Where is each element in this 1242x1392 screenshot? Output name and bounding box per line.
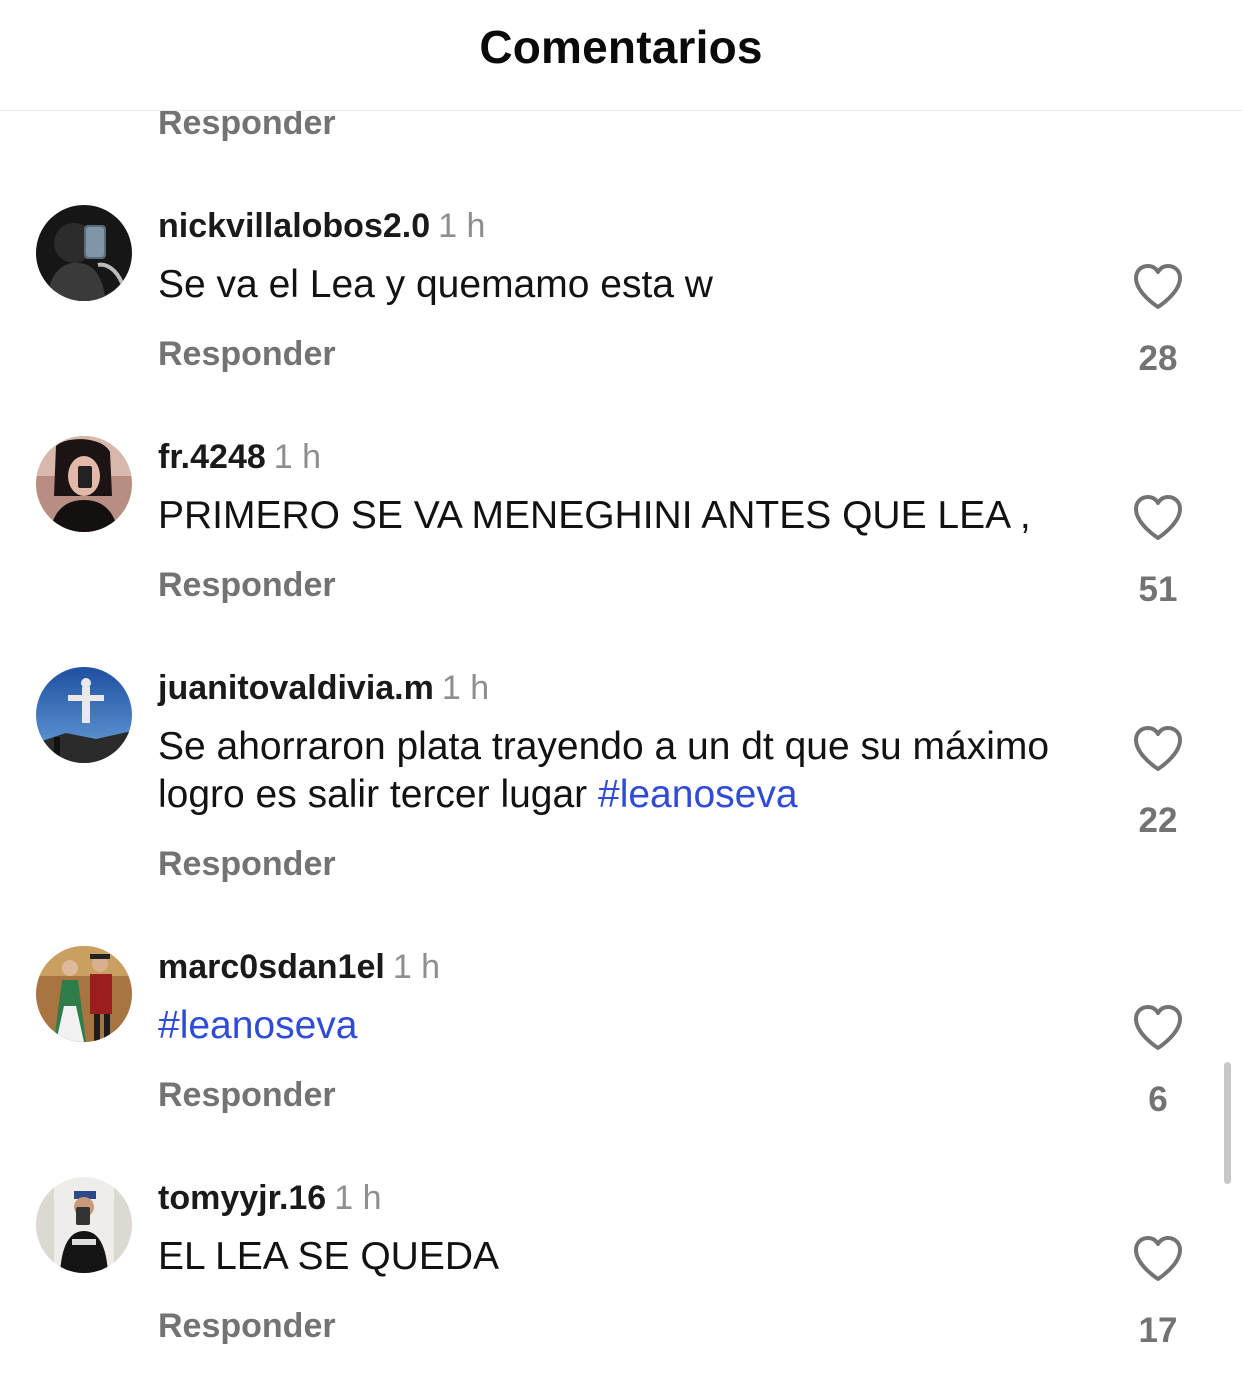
comment-meta: nickvillalobos2.0 1 h	[158, 209, 485, 243]
comment-text-part: Se va el Lea y quemamo esta w	[158, 263, 713, 306]
scrollbar[interactable]	[1224, 1062, 1231, 1184]
hashtag-link[interactable]: #leanoseva	[598, 773, 798, 816]
comment-time: 1 h	[438, 207, 486, 245]
hashtag-link[interactable]: #leanoseva	[158, 1004, 358, 1047]
like-count: 28	[1138, 339, 1178, 378]
comments-sheet: Comentarios Responder nickvillalobos2.0 1…	[0, 0, 1242, 1392]
comment-meta: marc0sdan1el 1 h	[158, 950, 440, 984]
username[interactable]: marc0sdan1el	[158, 948, 385, 986]
heart-icon[interactable]	[1132, 494, 1184, 542]
heart-icon[interactable]	[1132, 1004, 1184, 1052]
like-control: 6	[1120, 1004, 1196, 1119]
avatar-selfie-icon	[36, 436, 132, 532]
username[interactable]: fr.4248	[158, 438, 266, 476]
heart-icon[interactable]	[1132, 1235, 1184, 1283]
comment-text: Se va el Lea y quemamo esta w	[158, 261, 1098, 309]
comment-time: 1 h	[441, 669, 490, 707]
avatar[interactable]	[36, 436, 132, 532]
reply-button[interactable]: Responder	[158, 337, 336, 371]
comment-text: PRIMERO SE VA MENEGHINI ANTES QUE LEA ,	[158, 492, 1098, 540]
like-count: 17	[1138, 1311, 1178, 1350]
reply-button[interactable]: Responder	[158, 1309, 336, 1343]
comment-text: #leanoseva	[158, 1002, 1098, 1050]
comment-text-part: PRIMERO SE VA MENEGHINI ANTES QUE LEA ,	[158, 494, 1031, 537]
comment-meta: juanitovaldivia.m 1 h	[158, 671, 489, 705]
like-count: 6	[1148, 1080, 1168, 1119]
page-title: Comentarios	[479, 21, 763, 73]
like-control: 22	[1120, 725, 1196, 840]
comment-text: Se ahorraron plata trayendo a un dt que …	[158, 723, 1098, 819]
avatar-mirror-selfie-light-icon	[36, 1177, 132, 1273]
comment-meta: fr.4248 1 h	[158, 440, 321, 474]
comment-text: EL LEA SE QUEDA	[158, 1233, 1098, 1281]
heart-icon[interactable]	[1132, 263, 1184, 311]
reply-button[interactable]: Responder	[158, 568, 336, 602]
like-count: 22	[1138, 801, 1178, 840]
like-control: 17	[1120, 1235, 1196, 1350]
like-control: 28	[1120, 263, 1196, 378]
reply-button[interactable]: Responder	[158, 1078, 336, 1112]
reply-button[interactable]: Responder	[158, 847, 336, 881]
heart-icon[interactable]	[1132, 725, 1184, 773]
avatar-couple-costumes-icon	[36, 946, 132, 1042]
avatar[interactable]	[36, 1177, 132, 1273]
comments-header: Comentarios	[0, 0, 1242, 111]
reply-button[interactable]: Responder	[158, 106, 336, 140]
avatar[interactable]	[36, 205, 132, 301]
comment-meta: tomyyjr.16 1 h	[158, 1181, 381, 1215]
avatar[interactable]	[36, 667, 132, 763]
username[interactable]: tomyyjr.16	[158, 1179, 326, 1217]
avatar-dark-mirror-selfie-icon	[36, 205, 132, 301]
avatar[interactable]	[36, 946, 132, 1042]
username[interactable]: juanitovaldivia.m	[158, 669, 434, 707]
comment-text-part: EL LEA SE QUEDA	[158, 1235, 500, 1278]
like-count: 51	[1138, 570, 1178, 609]
comment-time: 1 h	[273, 438, 322, 476]
comment-time: 1 h	[392, 948, 441, 986]
avatar-statue-sky-icon	[36, 667, 132, 763]
comment-time: 1 h	[334, 1179, 382, 1217]
username[interactable]: nickvillalobos2.0	[158, 207, 430, 245]
like-control: 51	[1120, 494, 1196, 609]
